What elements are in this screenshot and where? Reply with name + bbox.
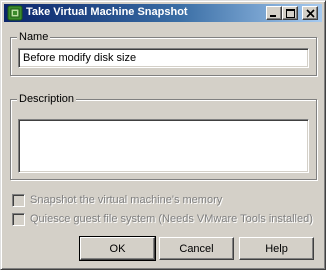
name-legend: Name [17,30,51,44]
snapshot-description-input[interactable] [18,119,309,173]
cancel-button[interactable]: Cancel [159,237,234,260]
minimize-button[interactable] [266,6,282,20]
maximize-button[interactable] [282,6,298,20]
snapshot-memory-checkbox[interactable] [12,194,25,207]
close-icon [306,9,315,18]
snapshot-memory-label: Snapshot the virtual machine's memory [30,194,223,206]
name-groupbox: Name [10,30,317,76]
title-bar[interactable]: Take Virtual Machine Snapshot [4,4,322,22]
close-button[interactable] [302,6,318,20]
quiesce-label: Quiesce guest file system (Needs VMware … [30,213,313,225]
minimize-icon [270,15,276,17]
snapshot-dialog: Take Virtual Machine Snapshot Name Descr… [0,0,326,270]
maximize-icon [286,9,295,18]
quiesce-checkbox[interactable] [12,213,25,226]
vmware-snapshot-icon [7,5,23,21]
help-button[interactable]: Help [239,237,314,260]
description-legend: Description [17,92,77,106]
ok-button[interactable]: OK [79,236,156,261]
snapshot-name-input[interactable] [18,48,309,68]
window-title: Take Virtual Machine Snapshot [26,6,188,18]
description-groupbox: Description [10,92,317,180]
